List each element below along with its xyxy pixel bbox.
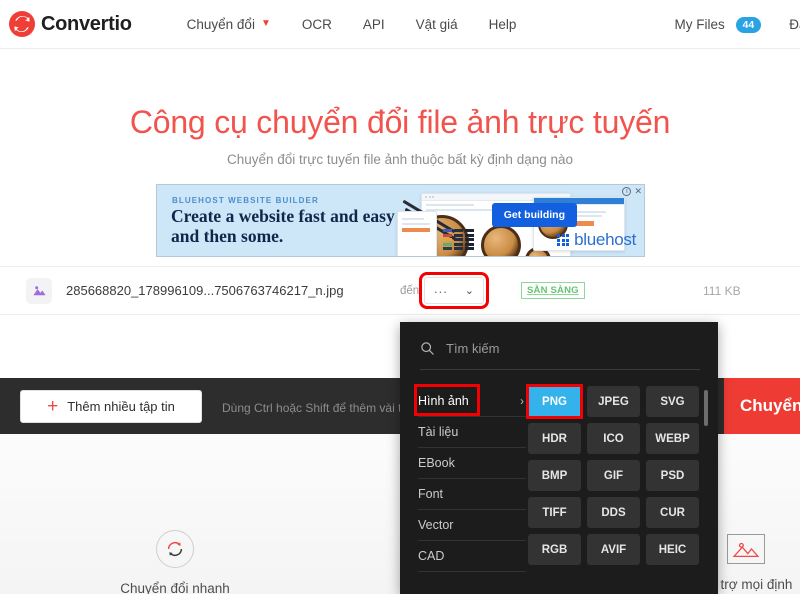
add-more-files-label: Thêm nhiều tập tin bbox=[67, 399, 175, 414]
nav-item-help[interactable]: Help bbox=[489, 17, 517, 32]
ad-headline: Create a website fast and easy and then … bbox=[171, 206, 395, 246]
ad-brand-logo: bluehost bbox=[557, 230, 636, 250]
output-format-select[interactable]: ... ⌄ bbox=[419, 272, 489, 309]
nav-item-vat-gia[interactable]: Vật giá bbox=[416, 17, 458, 32]
logo-text: Convertio bbox=[41, 12, 132, 35]
chevron-down-icon: ⌄ bbox=[464, 285, 474, 297]
format-dropdown-panel: Hình ảnh › Tài liệu EBook Font Vector CA… bbox=[400, 322, 718, 594]
convert-button[interactable]: Chuyển đổi bbox=[724, 378, 800, 434]
format-select-wrap: ... ⌄ bbox=[419, 272, 489, 309]
category-font[interactable]: Font bbox=[418, 479, 526, 510]
my-files-label: My Files bbox=[674, 16, 725, 32]
format-chip-heic[interactable]: HEIC bbox=[646, 534, 699, 565]
search-input[interactable] bbox=[446, 341, 646, 356]
category-label: Font bbox=[418, 487, 444, 501]
plus-icon: + bbox=[47, 396, 59, 417]
category-ebook[interactable]: EBook bbox=[418, 448, 526, 479]
format-chip-bmp[interactable]: BMP bbox=[528, 460, 581, 491]
ad-brand-name: bluehost bbox=[574, 230, 636, 249]
format-chip-cur[interactable]: CUR bbox=[646, 497, 699, 528]
my-files-count-badge: 44 bbox=[735, 16, 762, 33]
nav-label: OCR bbox=[301, 16, 332, 32]
nav-item-ocr[interactable]: OCR bbox=[302, 17, 332, 32]
convert-circle-icon bbox=[156, 530, 194, 568]
format-chip-ico[interactable]: ICO bbox=[587, 423, 640, 454]
category-label: EBook bbox=[418, 456, 455, 470]
format-chip-dds[interactable]: DDS bbox=[587, 497, 640, 528]
file-name: 285668820_178996109...7506763746217_n.jp… bbox=[66, 283, 344, 298]
category-hinh-anh[interactable]: Hình ảnh › bbox=[418, 386, 526, 417]
my-files-link[interactable]: My Files 44 bbox=[674, 16, 762, 33]
convertio-logo-icon bbox=[9, 11, 35, 37]
format-search-row bbox=[420, 340, 700, 370]
nav-label: Vật giá bbox=[415, 16, 458, 32]
nav-label: Chuyển đổi bbox=[186, 16, 255, 32]
format-chip-webp[interactable]: WEBP bbox=[646, 423, 699, 454]
format-chip-svg[interactable]: SVG bbox=[646, 386, 699, 417]
feature-label: Chuyển đổi nhanh bbox=[120, 581, 230, 594]
format-chip-jpeg[interactable]: JPEG bbox=[587, 386, 640, 417]
ad-food-bowl-2 bbox=[481, 225, 521, 256]
convertio-page: Convertio Chuyển đổi ▼ OCR API Vật giá H… bbox=[0, 0, 800, 594]
nav-label: API bbox=[362, 16, 385, 32]
nav-label: Help bbox=[488, 16, 517, 32]
output-format-value: ... bbox=[434, 281, 448, 296]
ad-kicker: BLUEHOST WEBSITE BUILDER bbox=[172, 196, 319, 205]
login-link[interactable]: Đăn bbox=[789, 17, 800, 32]
advertisement-banner[interactable]: BLUEHOST WEBSITE BUILDER Create a websit… bbox=[156, 184, 645, 257]
chevron-down-icon: ▼ bbox=[260, 18, 271, 29]
search-icon bbox=[420, 341, 435, 356]
image-formats-icon bbox=[727, 534, 765, 564]
category-vector[interactable]: Vector bbox=[418, 510, 526, 541]
ad-swatches bbox=[443, 229, 474, 250]
format-grid-scrollbar[interactable] bbox=[704, 390, 708, 426]
ad-cta-button[interactable]: Get building bbox=[491, 203, 577, 227]
header-right: My Files 44 Đăn bbox=[675, 0, 800, 49]
logo[interactable]: Convertio bbox=[9, 11, 132, 37]
format-chip-png[interactable]: PNG bbox=[528, 386, 581, 417]
category-label: Tài liệu bbox=[418, 425, 459, 439]
add-more-files-button[interactable]: + Thêm nhiều tập tin bbox=[20, 390, 202, 423]
file-size: 111 KB bbox=[703, 283, 741, 298]
category-label: Vector bbox=[418, 518, 454, 532]
format-chip-psd[interactable]: PSD bbox=[646, 460, 699, 491]
format-chip-gif[interactable]: GIF bbox=[587, 460, 640, 491]
nav-item-chuyen-doi[interactable]: Chuyển đổi ▼ bbox=[187, 17, 271, 32]
file-row: 285668820_178996109...7506763746217_n.jp… bbox=[0, 266, 800, 315]
format-chip-rgb[interactable]: RGB bbox=[528, 534, 581, 565]
site-header: Convertio Chuyển đổi ▼ OCR API Vật giá H… bbox=[0, 0, 800, 49]
ad-choices-controls[interactable]: i ✕ bbox=[622, 186, 642, 197]
main-nav: Chuyển đổi ▼ OCR API Vật giá Help bbox=[187, 17, 548, 32]
ad-close-icon[interactable]: ✕ bbox=[634, 186, 642, 197]
category-cad[interactable]: CAD bbox=[418, 541, 526, 572]
format-chip-avif[interactable]: AVIF bbox=[587, 534, 640, 565]
format-chip-hdr[interactable]: HDR bbox=[528, 423, 581, 454]
feature-fast-conversion: Chuyển đổi nhanh bbox=[65, 530, 285, 594]
page-subtitle: Chuyển đổi trực tuyến file ảnh thuộc bất… bbox=[226, 152, 574, 167]
category-label: CAD bbox=[418, 549, 445, 563]
ad-choices-info-icon[interactable]: i bbox=[622, 187, 632, 196]
format-category-list: Hình ảnh › Tài liệu EBook Font Vector CA… bbox=[418, 386, 526, 572]
format-chip-tiff[interactable]: TIFF bbox=[528, 497, 581, 528]
nav-item-api[interactable]: API bbox=[363, 17, 385, 32]
hero-section: Công cụ chuyển đổi file ảnh trực tuyến C… bbox=[0, 49, 800, 167]
bluehost-grid-icon bbox=[557, 234, 570, 246]
format-grid: PNG JPEG SVG HDR ICO WEBP BMP GIF PSD TI… bbox=[528, 386, 700, 565]
category-label: Hình ảnh bbox=[418, 394, 469, 408]
status-badge: SẴN SÀNG bbox=[521, 282, 585, 299]
category-tai-lieu[interactable]: Tài liệu bbox=[418, 417, 526, 448]
image-file-icon bbox=[26, 277, 52, 304]
to-label: đến bbox=[400, 284, 420, 297]
multi-select-hint: Dùng Ctrl hoặc Shift để thêm vài tệp bbox=[222, 401, 415, 415]
page-title: Công cụ chuyển đổi file ảnh trực tuyến bbox=[129, 104, 671, 140]
chevron-right-icon: › bbox=[520, 394, 524, 408]
